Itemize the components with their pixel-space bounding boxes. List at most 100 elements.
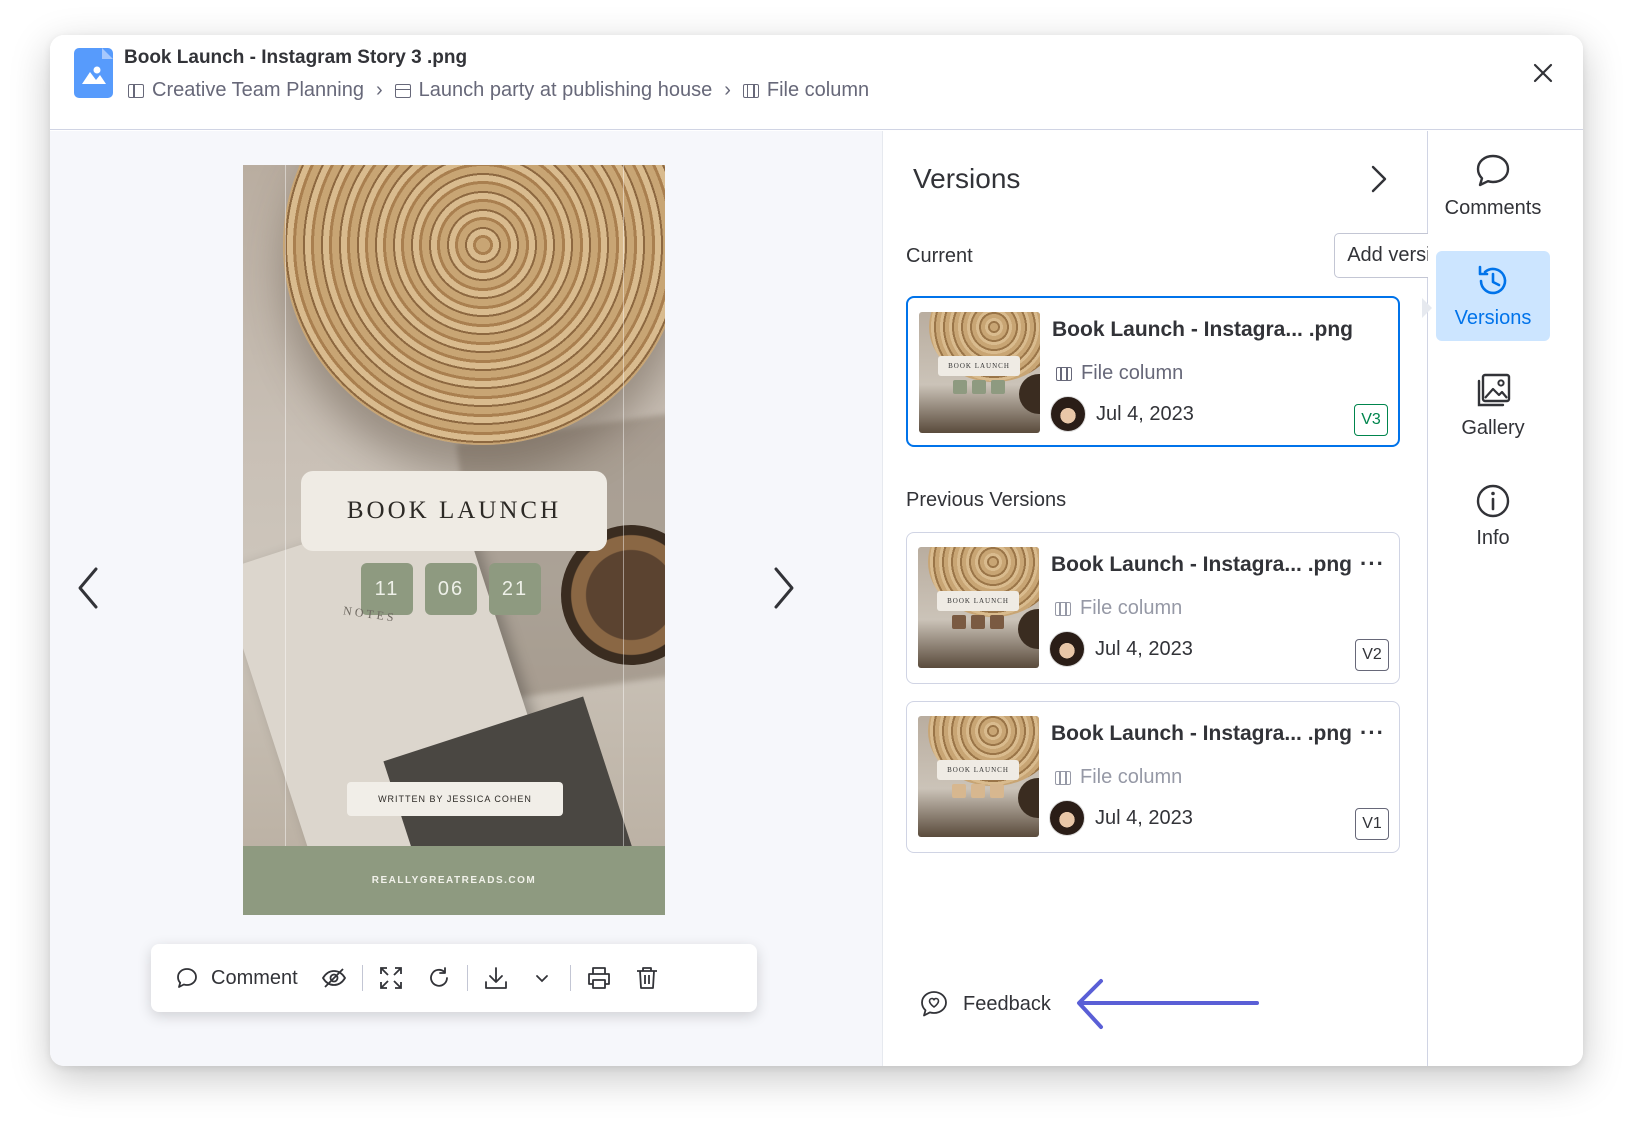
- feedback-label: Feedback: [963, 992, 1051, 1015]
- thumb-date-box: [972, 380, 986, 394]
- more-options-button[interactable]: ···: [1360, 551, 1385, 577]
- version-column: File column: [1056, 362, 1183, 385]
- modal-header: Book Launch - Instagram Story 3 .png Cre…: [50, 35, 1583, 130]
- eye-off-icon: [321, 968, 346, 988]
- version-card[interactable]: BOOK LAUNCH Book Launch - Instagra... .p…: [906, 701, 1400, 853]
- active-pointer: [1422, 298, 1432, 318]
- image-file-icon: [74, 48, 113, 98]
- version-name: Book Launch - Instagra... .png: [1051, 553, 1353, 576]
- version-column: File column: [1055, 597, 1182, 620]
- feedback-button[interactable]: Feedback: [919, 989, 1051, 1019]
- side-rail: Comments Versions Gallery Info: [1422, 131, 1583, 1066]
- comment-icon: [177, 968, 197, 988]
- more-options-button[interactable]: ···: [1360, 720, 1385, 746]
- thumb-date-box: [991, 380, 1005, 394]
- version-name: Book Launch - Instagra... .png: [1052, 318, 1354, 341]
- story-image: BOOK LAUNCH 11 06 21 NOTES WRITTEN BY JE…: [243, 165, 665, 915]
- woven-basket-graphic: [283, 165, 665, 445]
- comment-button[interactable]: Comment: [175, 958, 298, 998]
- rail-item-gallery[interactable]: Gallery: [1436, 361, 1550, 451]
- file-preview-modal: Book Launch - Instagram Story 3 .png Cre…: [50, 35, 1583, 1066]
- print-button[interactable]: [585, 964, 613, 992]
- date-box-month: 06: [425, 563, 477, 615]
- toolbar-divider: [361, 965, 363, 991]
- close-button[interactable]: [1529, 59, 1557, 87]
- info-icon: [1476, 484, 1510, 518]
- file-column-icon: [1055, 601, 1071, 616]
- next-file-button[interactable]: [768, 563, 802, 613]
- thumb-date-box: [952, 784, 966, 798]
- version-date: Jul 4, 2023: [1095, 638, 1193, 660]
- thumb-date-box: [953, 380, 967, 394]
- versions-title: Versions: [913, 163, 1021, 194]
- chevron-down-icon: [535, 975, 548, 983]
- current-version-card[interactable]: BOOK LAUNCH Book Launch - Instagra... .p…: [906, 296, 1400, 447]
- breadcrumb-column[interactable]: File column: [742, 79, 870, 102]
- thumb-card: BOOK LAUNCH: [938, 356, 1020, 376]
- download-icon: [484, 967, 507, 989]
- print-icon: [587, 967, 610, 989]
- rail-label-comments: Comments: [1444, 197, 1542, 219]
- versions-panel: Versions Current Add version BOOK LAUNCH…: [882, 131, 1466, 1066]
- current-label: Current: [906, 245, 973, 267]
- collapse-panel-button[interactable]: [1367, 161, 1391, 197]
- trash-icon: [636, 967, 657, 989]
- board-icon: [128, 83, 144, 98]
- breadcrumb: Creative Team Planning › Launch party at…: [128, 79, 869, 102]
- comment-icon: [1476, 154, 1510, 187]
- gallery-icon: [1477, 373, 1511, 407]
- comment-label: Comment: [211, 966, 298, 989]
- thumb-bowl: [1019, 374, 1040, 414]
- toolbar-divider: [466, 965, 468, 991]
- expand-icon: [379, 967, 402, 989]
- rotate-icon: [429, 967, 448, 987]
- version-column-label: File column: [1080, 597, 1183, 619]
- date-box-year: 21: [489, 563, 541, 615]
- breadcrumb-board[interactable]: Creative Team Planning: [128, 79, 364, 102]
- breadcrumb-item-label: Launch party at publishing house: [418, 79, 713, 101]
- chevron-right-icon: [774, 567, 794, 609]
- chevron-right-icon: ›: [375, 79, 383, 101]
- thumb-date-box: [990, 784, 1004, 798]
- download-options-button[interactable]: [528, 964, 556, 992]
- previous-file-button[interactable]: [70, 563, 104, 613]
- thumb-bowl: [1018, 778, 1039, 818]
- thumb-bowl: [1018, 609, 1039, 649]
- breadcrumb-board-label: Creative Team Planning: [152, 79, 364, 101]
- history-icon: [1478, 265, 1507, 295]
- toolbar-divider: [569, 965, 571, 991]
- rail-label-versions: Versions: [1454, 307, 1532, 329]
- previous-versions-label: Previous Versions: [906, 489, 1067, 511]
- version-badge: V1: [1355, 808, 1389, 840]
- rail-item-info[interactable]: Info: [1436, 471, 1550, 561]
- story-author: WRITTEN BY JESSICA COHEN: [347, 782, 563, 816]
- file-preview-area: BOOK LAUNCH 11 06 21 NOTES WRITTEN BY JE…: [50, 131, 882, 1066]
- guide-line: [623, 165, 624, 915]
- thumb-date-box: [971, 784, 985, 798]
- fullscreen-button[interactable]: [377, 964, 405, 992]
- rotate-button[interactable]: [425, 964, 453, 992]
- hide-comments-button[interactable]: [320, 964, 348, 992]
- version-badge: V2: [1355, 639, 1389, 671]
- story-title-card: BOOK LAUNCH: [301, 471, 607, 551]
- version-card[interactable]: BOOK LAUNCH Book Launch - Instagra... .p…: [906, 532, 1400, 684]
- rail-item-comments[interactable]: Comments: [1436, 141, 1550, 231]
- annotation-arrow-icon: [1077, 979, 1259, 1029]
- version-date: Jul 4, 2023: [1096, 403, 1194, 425]
- thumb-date-box: [990, 615, 1004, 629]
- thumb-card: BOOK LAUNCH: [937, 760, 1019, 780]
- delete-button[interactable]: [633, 964, 661, 992]
- feedback-icon: [921, 991, 947, 1017]
- breadcrumb-item[interactable]: Launch party at publishing house: [394, 79, 713, 102]
- file-title: Book Launch - Instagram Story 3 .png: [124, 47, 468, 68]
- download-button[interactable]: [482, 964, 510, 992]
- breadcrumb-column-label: File column: [766, 79, 870, 101]
- thumb-card: BOOK LAUNCH: [937, 591, 1019, 611]
- version-name: Book Launch - Instagra... .png: [1051, 722, 1353, 745]
- rail-item-versions[interactable]: Versions: [1436, 251, 1550, 341]
- preview-toolbar: Comment: [151, 944, 757, 1012]
- chevron-left-icon: [78, 567, 98, 609]
- guide-line: [285, 165, 286, 915]
- version-date: Jul 4, 2023: [1095, 807, 1193, 829]
- file-column-icon: [742, 83, 759, 98]
